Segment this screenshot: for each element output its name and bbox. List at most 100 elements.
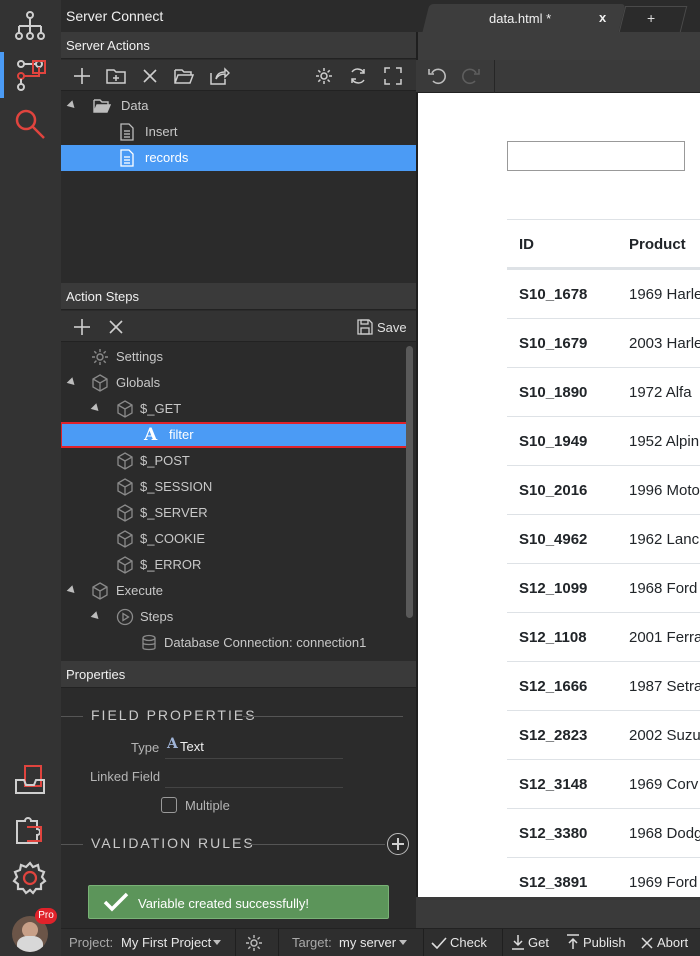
step-session[interactable]: $_SESSION [61,474,416,500]
tree-item-insert[interactable]: Insert [61,119,416,145]
server-connect-icon[interactable] [4,50,56,98]
step-label: $_ERROR [140,557,202,572]
cell-id: S12_1108 [519,629,587,646]
remove-step-icon[interactable] [105,316,127,338]
step-globals[interactable]: Globals [61,370,416,396]
save-icon [357,319,373,335]
step-database-connection[interactable]: Database Connection: connection1 [61,630,416,656]
step-steps[interactable]: Steps [61,604,416,630]
table-row: S12_1108 2001 Ferra [507,612,700,661]
steps-scrollbar[interactable] [406,346,413,618]
database-icon [142,634,156,651]
step-label: $_POST [140,453,190,468]
cell-product: 2002 Suzu [629,727,700,744]
file-icon [120,149,134,167]
type-label: Type [131,740,160,755]
project-selector[interactable]: Project: My First Project [61,929,235,956]
step-error[interactable]: $_ERROR [61,552,416,578]
puzzle-icon[interactable] [4,806,56,854]
linked-field-input[interactable] [165,763,343,788]
success-toast: Variable created successfully! [88,885,389,919]
cube-icon [117,504,133,522]
cell-id: S10_4962 [519,531,588,548]
step-get[interactable]: $_GET [61,396,416,422]
table-row: S12_3380 1968 Dodg [507,808,700,857]
divider [502,929,503,956]
caret-expanded-icon[interactable] [90,403,102,414]
refresh-icon[interactable] [347,65,369,87]
multiple-checkbox[interactable] [161,797,177,813]
step-cookie[interactable]: $_COOKIE [61,526,416,552]
save-button[interactable]: Save [357,318,407,336]
section-heading: FIELD PROPERTIES [91,707,257,723]
step-server[interactable]: $_SERVER [61,500,416,526]
left-icon-rail: Pro [0,0,61,956]
tab-close-icon[interactable]: x [599,10,606,25]
table-row: S10_4962 1962 Lanc [507,514,700,563]
tree-item-records[interactable]: records [61,145,416,171]
section-heading: VALIDATION RULES [91,835,255,851]
get-label: Get [528,935,549,950]
redo-icon[interactable] [460,67,480,85]
add-folder-icon[interactable] [105,65,127,87]
editor-toolbar [416,60,700,93]
cube-icon [117,556,133,574]
step-label: $_SERVER [140,505,208,520]
search-icon[interactable] [4,100,56,148]
validation-rules-section: VALIDATION RULES [61,834,416,854]
caret-expanded-icon[interactable] [66,377,78,388]
type-select[interactable]: A Text [165,734,343,759]
project-settings-icon[interactable] [245,934,263,952]
undo-icon[interactable] [428,67,448,85]
filter-input[interactable] [507,141,685,171]
target-value: my server [339,935,397,950]
cell-product: 1962 Lanc [629,531,700,548]
tree-item-label: Insert [145,124,178,139]
project-value: My First Project [121,935,212,950]
cell-product: 1969 Ford [629,874,698,891]
cube-icon [92,374,108,392]
open-folder-icon[interactable] [173,65,195,87]
linked-field-label: Linked Field [90,769,161,784]
step-filter[interactable]: A filter [61,422,409,448]
table-row: S10_2016 1996 Moto [507,465,700,514]
add-step-icon[interactable] [71,316,93,338]
action-steps-toolbar: Save [61,311,416,342]
delete-icon[interactable] [139,65,161,87]
add-icon[interactable] [71,65,93,87]
cell-id: S12_3891 [519,874,588,891]
project-label: Project: [69,935,114,950]
sitemap-icon[interactable] [4,2,56,50]
action-steps-tree: Settings Globals $_GET A filter $_POST $… [61,343,416,660]
cell-product: 1969 Corv [629,776,699,793]
table-row: S10_1949 1952 Alpin [507,416,700,465]
settings-gear-icon[interactable] [4,854,56,902]
table-row: S12_1099 1968 Ford [507,563,700,612]
close-icon [641,937,653,949]
cube-icon [117,478,133,496]
folder-open-icon [93,99,111,113]
caret-expanded-icon[interactable] [90,611,102,622]
check-label: Check [450,935,487,950]
share-icon[interactable] [209,65,231,87]
target-selector[interactable]: Target: my server [279,929,423,956]
tree-item-data[interactable]: Data [61,93,416,119]
tab-title: data.html * [489,11,552,26]
cell-product: 1987 Setra [629,678,700,695]
step-post[interactable]: $_POST [61,448,416,474]
step-settings[interactable]: Settings [61,344,416,370]
gear-icon[interactable] [313,65,335,87]
fullscreen-icon[interactable] [382,65,404,87]
status-bar: Project: My First Project Target: my ser… [61,928,700,956]
column-header-id: ID [519,236,534,253]
divider [235,929,236,956]
add-rule-icon[interactable] [387,833,409,855]
caret-expanded-icon[interactable] [66,585,78,596]
cell-id: S12_3380 [519,825,588,842]
table-row: S12_3891 1969 Ford [507,857,700,897]
inbox-icon[interactable] [4,756,56,804]
cell-product: 1968 Dodg [629,825,700,842]
cell-id: S12_2823 [519,727,588,744]
step-execute[interactable]: Execute [61,578,416,604]
caret-expanded-icon[interactable] [66,100,78,111]
